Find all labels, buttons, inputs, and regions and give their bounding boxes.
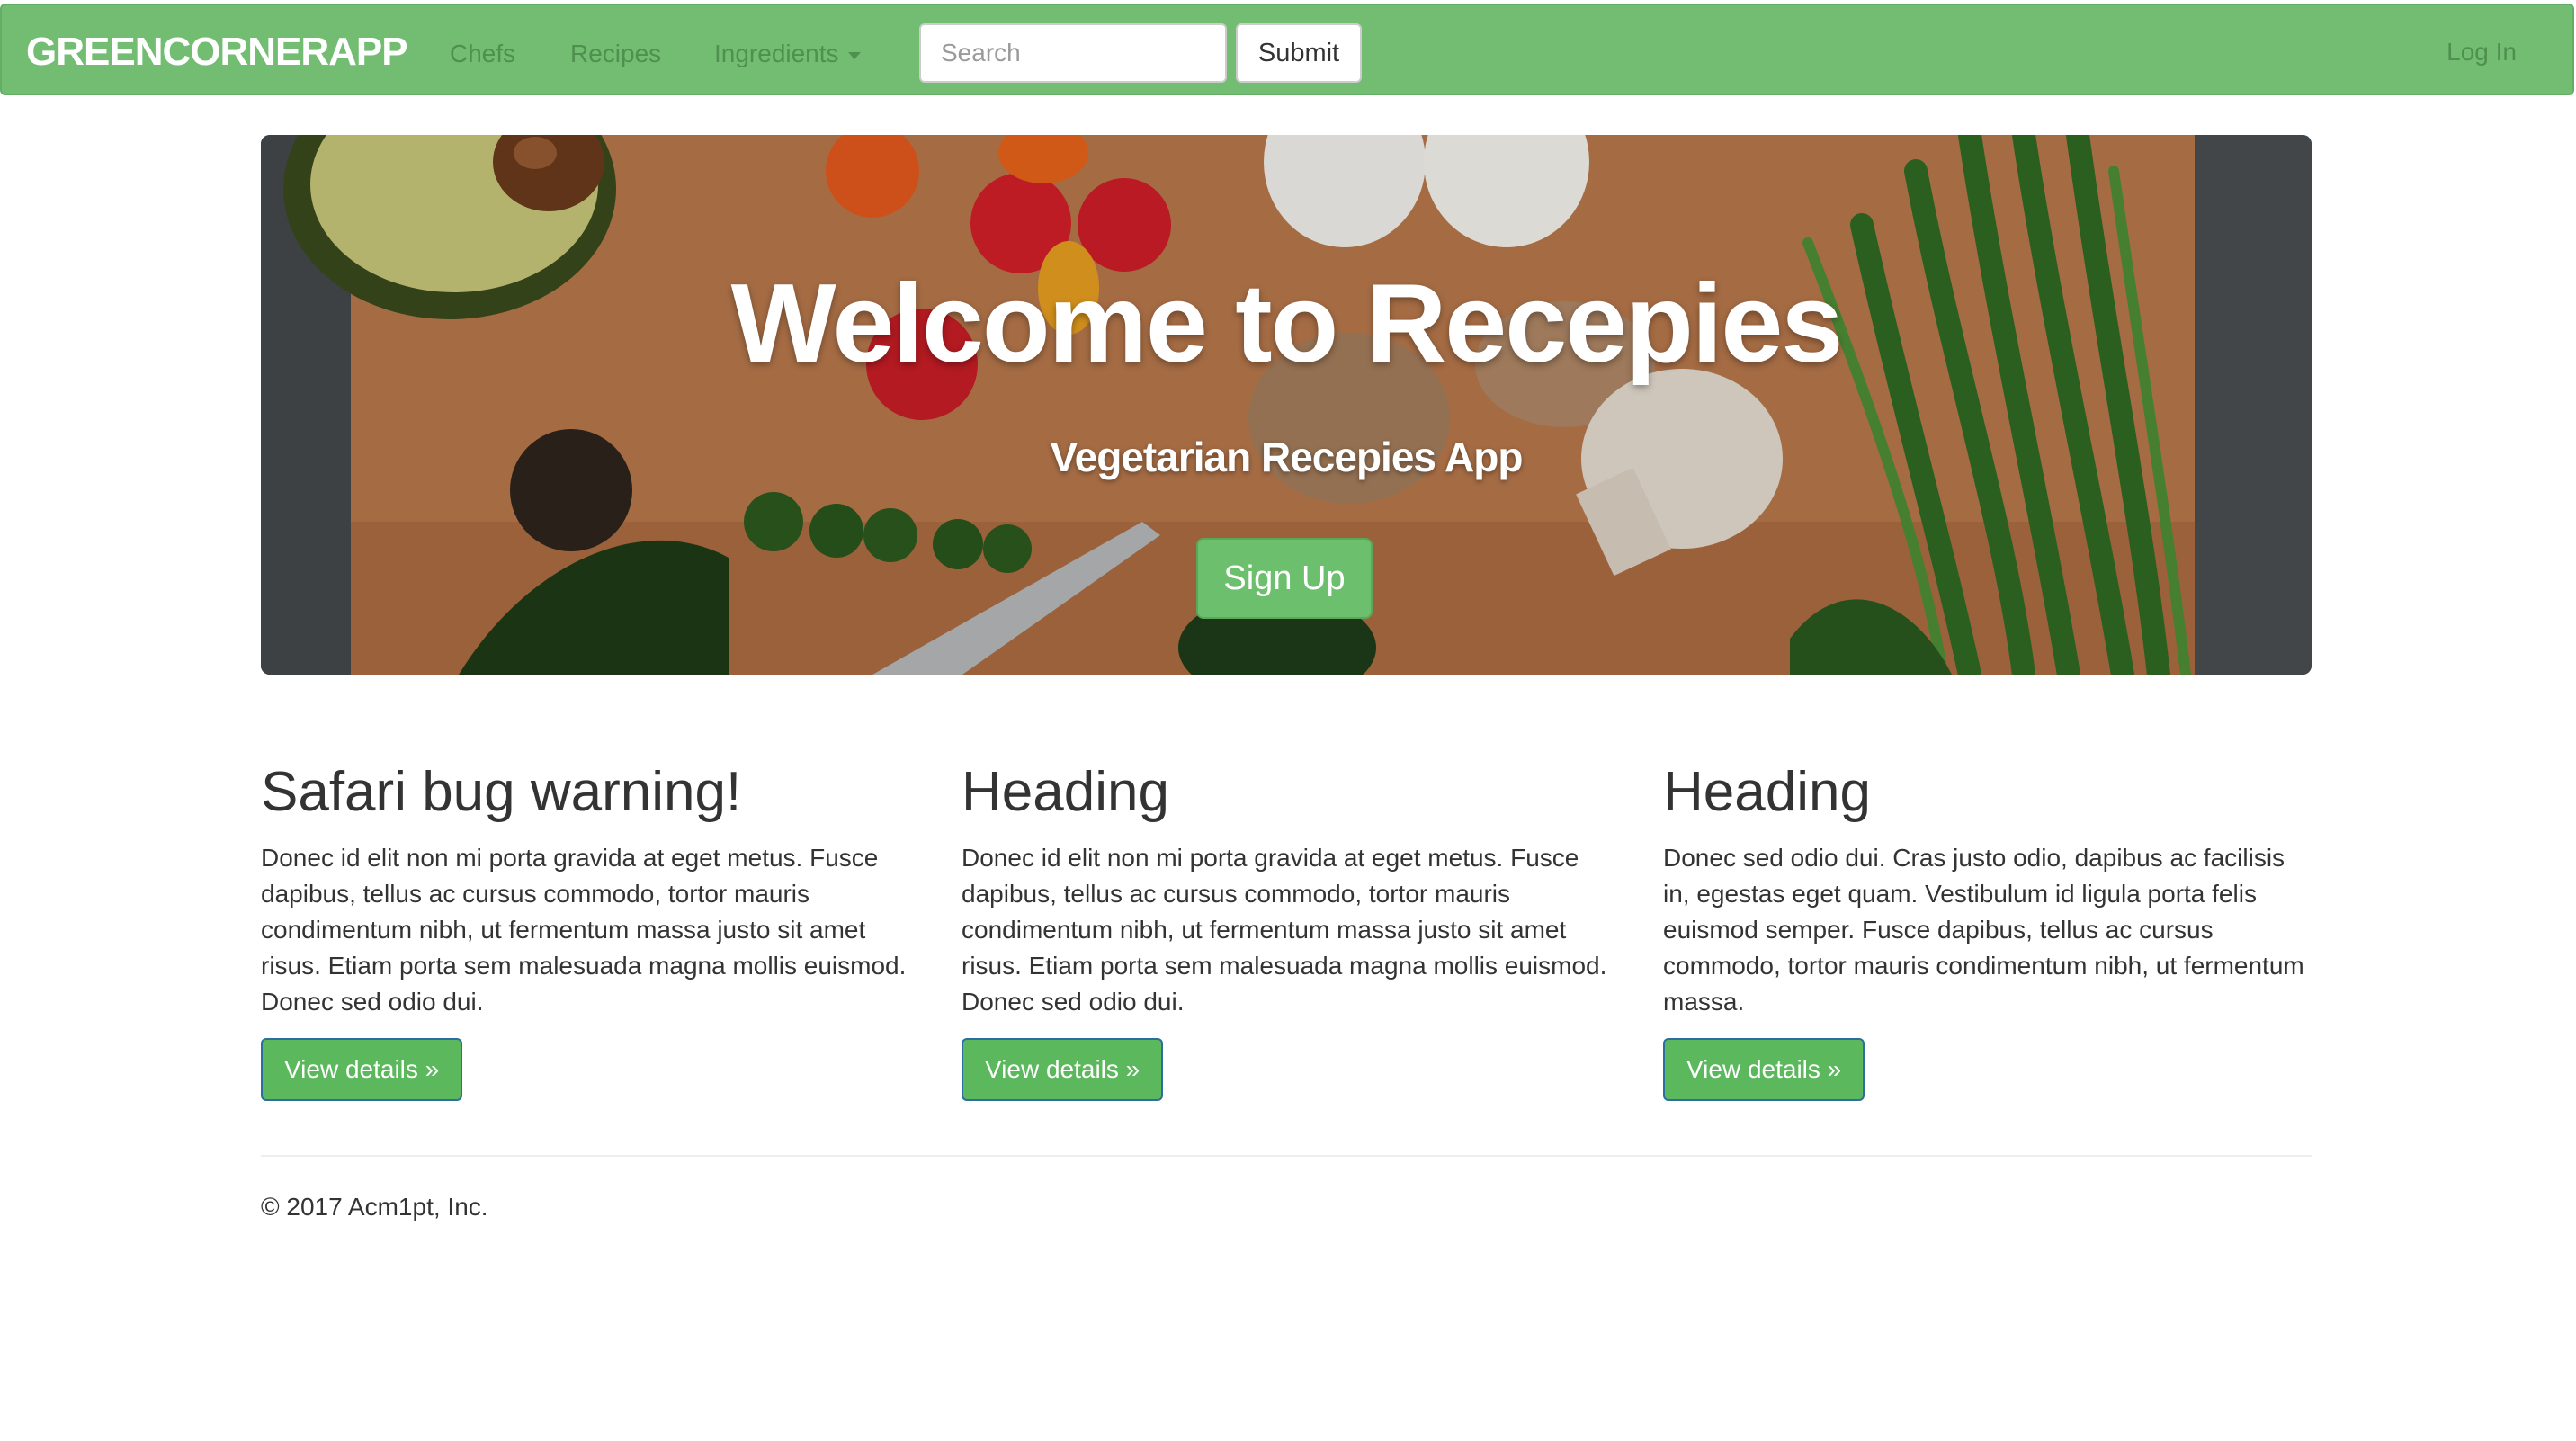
- view-details-button[interactable]: View details »: [1663, 1038, 1865, 1101]
- feature-column-2: Heading Donec id elit non mi porta gravi…: [962, 756, 1609, 1101]
- search-input[interactable]: [919, 23, 1227, 83]
- column-heading: Safari bug warning!: [261, 761, 742, 823]
- column-heading: Heading: [962, 761, 1169, 823]
- submit-button[interactable]: Submit: [1236, 23, 1362, 83]
- login-link[interactable]: Log In: [2446, 38, 2517, 67]
- column-body: Donec id elit non mi porta gravida at eg…: [261, 844, 907, 1016]
- sign-up-button[interactable]: Sign Up: [1196, 538, 1373, 619]
- nav-link-ingredients-label: Ingredients: [714, 40, 839, 67]
- nav-link-recipes[interactable]: Recipes: [570, 38, 661, 70]
- feature-column-1: Safari bug warning! Donec id elit non mi…: [261, 756, 908, 1101]
- feature-column-3: Heading Donec sed odio dui. Cras justo o…: [1663, 756, 2311, 1101]
- nav-dropdown-ingredients[interactable]: Ingredients: [714, 38, 861, 70]
- column-body: Donec sed odio dui. Cras justo odio, dap…: [1663, 844, 2304, 1016]
- hero-banner: Welcome to Recepies Vegetarian Recepies …: [261, 135, 2312, 675]
- nav-link-chefs[interactable]: Chefs: [450, 38, 515, 70]
- hero-subtitle: Vegetarian Recepies App: [1050, 434, 1524, 480]
- view-details-button[interactable]: View details »: [261, 1038, 463, 1101]
- hero-title: Welcome to Recepies: [730, 262, 1844, 386]
- view-details-button[interactable]: View details »: [962, 1038, 1164, 1101]
- column-body: Donec id elit non mi porta gravida at eg…: [962, 844, 1607, 1016]
- footer-copyright: © 2017 Acm1pt, Inc.: [261, 1193, 488, 1221]
- chevron-down-icon: [847, 51, 861, 59]
- column-heading: Heading: [1663, 761, 1871, 823]
- footer-divider: [261, 1155, 2312, 1157]
- navbar: GREENCORNERAPP Chefs Recipes Ingredients…: [0, 4, 2574, 95]
- brand-logo[interactable]: GREENCORNERAPP: [26, 29, 408, 76]
